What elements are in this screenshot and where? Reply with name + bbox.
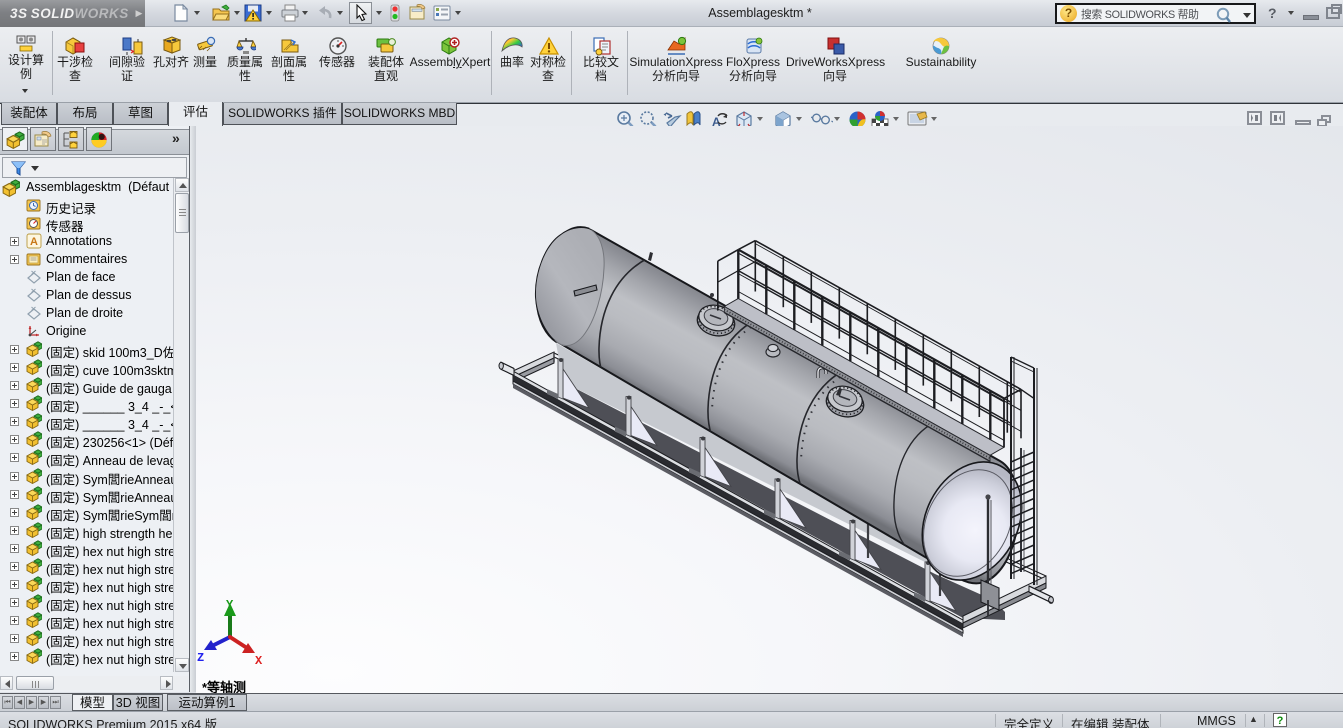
svg-text:X: X (255, 654, 263, 668)
svg-text:Y: Y (226, 598, 234, 612)
svg-text:Z: Z (197, 651, 204, 665)
svg-text:A: A (30, 236, 38, 248)
